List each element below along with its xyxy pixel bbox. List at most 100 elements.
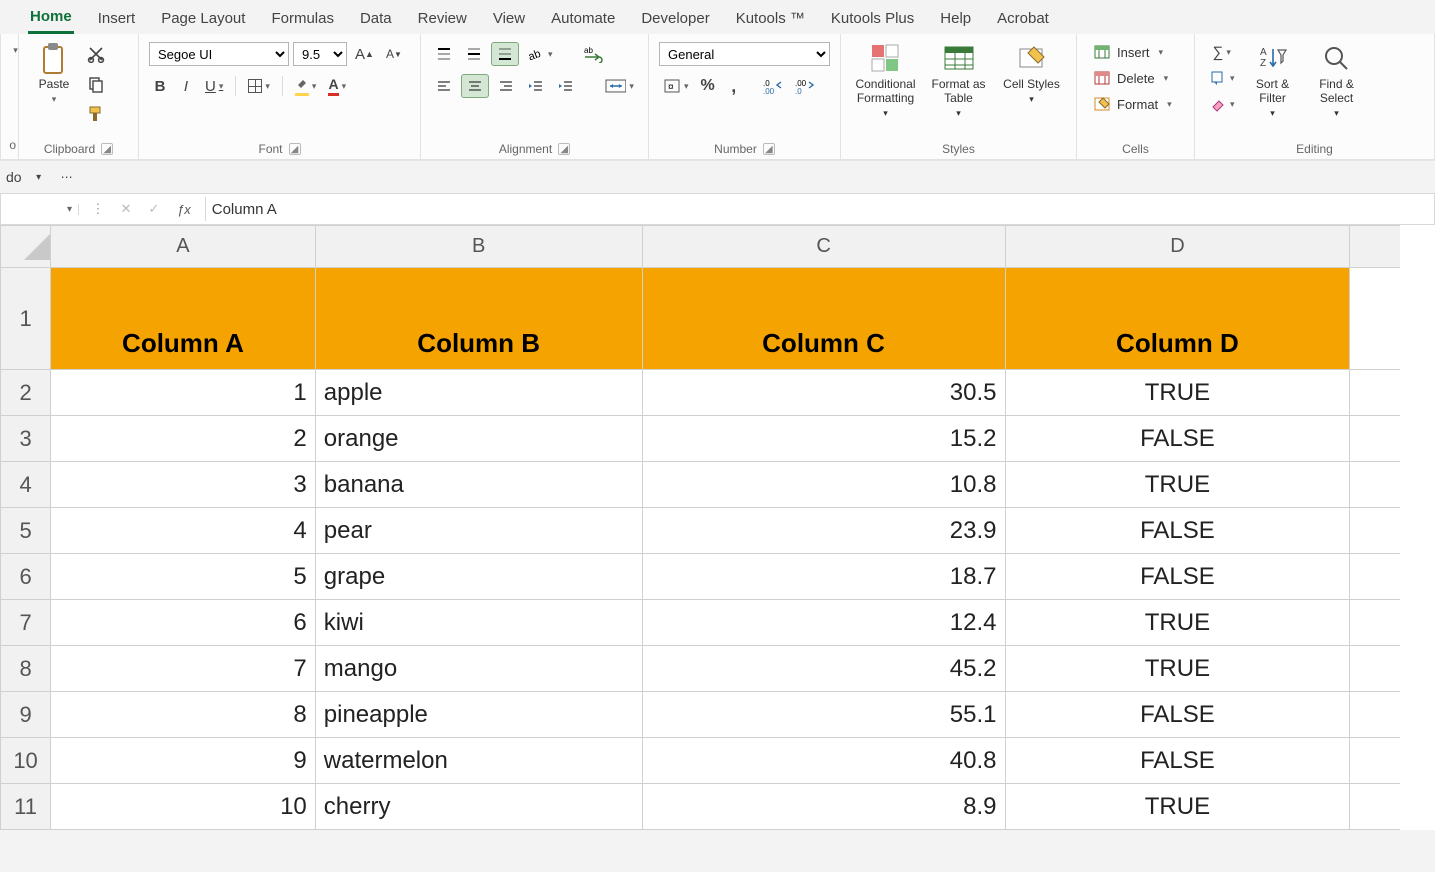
clipboard-launcher[interactable]: ◢: [101, 143, 113, 155]
cell[interactable]: 8: [51, 692, 316, 738]
cell-blank[interactable]: [1350, 554, 1400, 600]
cell[interactable]: FALSE: [1005, 738, 1350, 784]
font-launcher[interactable]: ◢: [289, 143, 301, 155]
row-header[interactable]: 8: [1, 646, 51, 692]
cut-button[interactable]: [83, 42, 109, 66]
italic-button[interactable]: I: [175, 74, 197, 98]
cell[interactable]: 8.9: [642, 784, 1005, 830]
row-header[interactable]: 3: [1, 416, 51, 462]
cell[interactable]: cherry: [315, 784, 642, 830]
merge-center-button[interactable]: [601, 74, 638, 98]
row-header[interactable]: 6: [1, 554, 51, 600]
accounting-format-button[interactable]: ¤: [659, 74, 693, 98]
spreadsheet-grid[interactable]: A B C D 1 Column A Column B Column C Col…: [0, 225, 1435, 830]
paste-button[interactable]: Paste ▾: [29, 38, 79, 108]
fx-enter-button[interactable]: ✓: [143, 197, 165, 221]
fx-icon[interactable]: ƒx: [171, 202, 197, 217]
delete-cells-button[interactable]: Delete: [1087, 66, 1184, 90]
increase-indent-button[interactable]: [553, 74, 579, 98]
grow-font-button[interactable]: A▲: [351, 42, 378, 66]
align-center-button[interactable]: [461, 74, 489, 98]
col-header-d[interactable]: D: [1005, 226, 1350, 268]
cell[interactable]: apple: [315, 370, 642, 416]
decrease-decimal-button[interactable]: .00.0: [791, 74, 819, 98]
align-bottom-button[interactable]: [491, 42, 519, 66]
font-name-combo[interactable]: Segoe UI: [149, 42, 289, 66]
cell[interactable]: 10.8: [642, 462, 1005, 508]
cell-blank[interactable]: [1350, 738, 1400, 784]
align-top-button[interactable]: [431, 42, 457, 66]
fx-cancel-button[interactable]: ✕: [115, 197, 137, 221]
name-box[interactable]: ▾: [1, 204, 79, 215]
cell[interactable]: 3: [51, 462, 316, 508]
row-header[interactable]: 9: [1, 692, 51, 738]
cell-blank[interactable]: [1350, 508, 1400, 554]
col-header-blank[interactable]: [1350, 226, 1400, 268]
cell[interactable]: banana: [315, 462, 642, 508]
cell[interactable]: FALSE: [1005, 692, 1350, 738]
cell[interactable]: 23.9: [642, 508, 1005, 554]
cell[interactable]: grape: [315, 554, 642, 600]
cell[interactable]: 4: [51, 508, 316, 554]
find-select-button[interactable]: Find & Select▾: [1307, 38, 1367, 122]
tab-home[interactable]: Home: [28, 4, 74, 34]
tab-developer[interactable]: Developer: [639, 6, 711, 33]
cell-blank[interactable]: [1350, 462, 1400, 508]
number-launcher[interactable]: ◢: [763, 143, 775, 155]
tab-formulas[interactable]: Formulas: [269, 6, 336, 33]
tab-automate[interactable]: Automate: [549, 6, 617, 33]
align-right-button[interactable]: [493, 74, 519, 98]
align-left-button[interactable]: [431, 74, 457, 98]
fx-menu-button[interactable]: ⋮: [87, 197, 109, 221]
header-cell-c1[interactable]: Column C: [642, 268, 1005, 370]
col-header-c[interactable]: C: [642, 226, 1005, 268]
sort-filter-button[interactable]: AZ Sort & Filter▾: [1243, 38, 1303, 122]
cell[interactable]: 30.5: [642, 370, 1005, 416]
cell[interactable]: 15.2: [642, 416, 1005, 462]
cell[interactable]: TRUE: [1005, 462, 1350, 508]
decrease-indent-button[interactable]: [523, 74, 549, 98]
format-as-table-button[interactable]: Format as Table▾: [924, 38, 993, 122]
copy-button[interactable]: [83, 72, 109, 96]
cell[interactable]: pineapple: [315, 692, 642, 738]
comma-style-button[interactable]: ,: [723, 74, 745, 98]
cell[interactable]: 6: [51, 600, 316, 646]
cell[interactable]: 7: [51, 646, 316, 692]
cell[interactable]: 12.4: [642, 600, 1005, 646]
format-cells-button[interactable]: Format: [1087, 92, 1184, 116]
cell[interactable]: 45.2: [642, 646, 1005, 692]
row-header[interactable]: 11: [1, 784, 51, 830]
cell[interactable]: FALSE: [1005, 554, 1350, 600]
fill-color-button[interactable]: [291, 74, 321, 98]
clear-button[interactable]: [1205, 92, 1239, 116]
increase-decimal-button[interactable]: .0.00: [759, 74, 787, 98]
orientation-button[interactable]: ab: [523, 42, 557, 66]
header-cell-b1[interactable]: Column B: [315, 268, 642, 370]
cell-styles-button[interactable]: Cell Styles▾: [997, 38, 1066, 108]
conditional-formatting-button[interactable]: Conditional Formatting▾: [851, 38, 920, 122]
percent-style-button[interactable]: %: [697, 74, 719, 98]
cell[interactable]: TRUE: [1005, 370, 1350, 416]
cell[interactable]: TRUE: [1005, 600, 1350, 646]
insert-cells-button[interactable]: Insert: [1087, 40, 1184, 64]
cell[interactable]: 9: [51, 738, 316, 784]
cell[interactable]: 10: [51, 784, 316, 830]
shrink-font-button[interactable]: A▼: [382, 42, 406, 66]
unknown-dropdown[interactable]: [3, 38, 25, 62]
row-header-1[interactable]: 1: [1, 268, 51, 370]
header-cell-a1[interactable]: Column A: [51, 268, 316, 370]
cell-blank[interactable]: [1350, 646, 1400, 692]
alignment-launcher[interactable]: ◢: [558, 143, 570, 155]
borders-button[interactable]: [244, 74, 274, 98]
cell[interactable]: 5: [51, 554, 316, 600]
tab-data[interactable]: Data: [358, 6, 394, 33]
tab-kutools[interactable]: Kutools ™: [734, 6, 807, 33]
tab-insert[interactable]: Insert: [96, 6, 138, 33]
cell[interactable]: mango: [315, 646, 642, 692]
cell[interactable]: 55.1: [642, 692, 1005, 738]
formula-input[interactable]: [206, 201, 1434, 218]
cell[interactable]: FALSE: [1005, 508, 1350, 554]
tab-review[interactable]: Review: [416, 6, 469, 33]
cell-blank[interactable]: [1350, 692, 1400, 738]
cell-blank[interactable]: [1350, 784, 1400, 830]
